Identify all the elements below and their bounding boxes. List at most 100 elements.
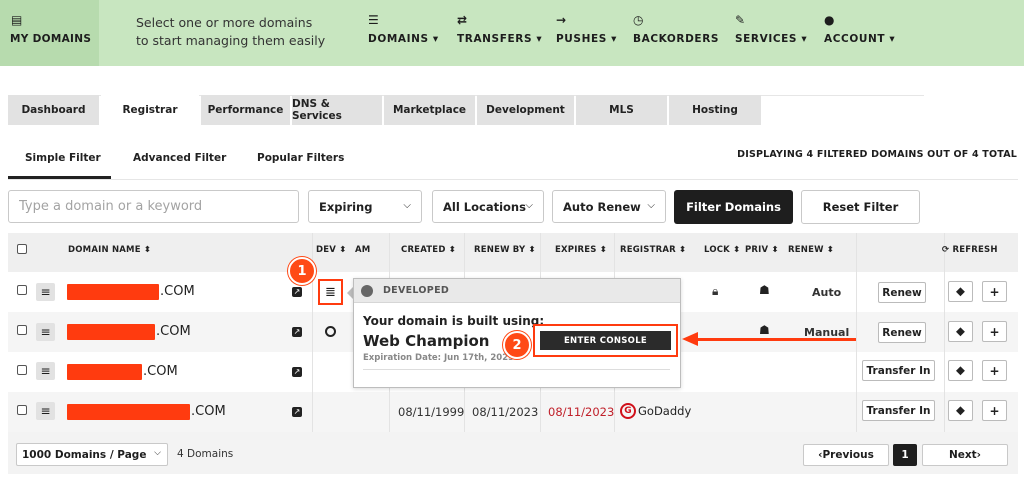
console-highlight: ENTER CONSOLE — [533, 324, 678, 357]
my-domains-nav[interactable]: ▤ MY DOMAINS — [0, 0, 99, 66]
godaddy-logo-icon: G — [620, 403, 636, 419]
column-created[interactable]: CREATED ⬍ — [401, 245, 456, 255]
column-renew[interactable]: RENEW ⬍ — [788, 245, 834, 255]
status-dot-icon — [361, 285, 373, 297]
tab-performance[interactable]: Performance — [201, 95, 290, 125]
nav-pushes[interactable]: → PUSHES ▾ — [556, 13, 617, 45]
column-priv[interactable]: PRIV ⬍ — [745, 245, 779, 255]
transfer-in-button[interactable]: Transfer In — [862, 400, 935, 421]
tab-marketplace[interactable]: Marketplace — [384, 95, 475, 125]
tab-registrar[interactable]: Registrar — [101, 95, 199, 125]
row-menu-button[interactable]: ≡ — [36, 362, 55, 380]
current-page-button[interactable]: 1 — [893, 444, 917, 466]
main-tabs: Dashboard Registrar Performance DNS & Se… — [8, 95, 763, 125]
results-summary: DISPLAYING 4 FILTERED DOMAINS OUT OF 4 T… — [737, 149, 1017, 160]
per-page-select[interactable]: 1000 Domains / Page ⌵ — [16, 443, 168, 466]
hint-line-1: Select one or more domains — [136, 15, 313, 30]
top-navigation: ▤ MY DOMAINS Select one or more domains … — [0, 0, 1024, 66]
locations-select[interactable]: All Locations ⌵ — [432, 190, 544, 223]
nav-domains[interactable]: ☰ DOMAINS ▾ — [368, 13, 439, 45]
plus-icon[interactable]: + — [982, 321, 1007, 342]
redacted-domain-name — [67, 364, 142, 380]
renew-by-date: 08/11/2023 — [472, 405, 539, 419]
reset-filter-button[interactable]: Reset Filter — [801, 190, 920, 224]
external-link-icon[interactable]: ↗ — [292, 287, 302, 297]
tab-dns-services[interactable]: DNS & Services — [292, 95, 382, 125]
tab-mls[interactable]: MLS — [576, 95, 667, 125]
previous-page-button[interactable]: ‹Previous — [803, 444, 889, 466]
domain-tld[interactable]: .COM — [191, 404, 226, 419]
row-checkbox[interactable] — [17, 325, 27, 335]
tag-icon[interactable]: ⬥ — [948, 400, 973, 421]
redacted-domain-name — [67, 284, 159, 300]
external-link-icon[interactable]: ↗ — [292, 327, 302, 337]
privacy-icon[interactable]: ☗ — [759, 283, 770, 297]
external-link-icon[interactable]: ↗ — [292, 367, 302, 377]
tag-icon[interactable]: ⬥ — [948, 360, 973, 381]
select-all-checkbox[interactable] — [17, 244, 27, 254]
column-expires[interactable]: EXPIRES ⬍ — [555, 245, 607, 255]
plus-icon[interactable]: + — [982, 400, 1007, 421]
column-divider — [856, 233, 857, 433]
arrow-right-icon: → — [556, 13, 567, 27]
selection-hint: Select one or more domains to start mana… — [136, 14, 325, 50]
lock-icon[interactable]: 🔒︎ — [712, 284, 718, 299]
plus-icon[interactable]: + — [982, 281, 1007, 302]
per-page-value: 1000 Domains / Page — [22, 448, 147, 461]
tab-development[interactable]: Development — [477, 95, 574, 125]
popover-built-using-label: Your domain is built using: — [363, 314, 545, 328]
popover-title: DEVELOPED — [383, 285, 450, 296]
nav-backorders[interactable]: ◷ BACKORDERS — [633, 13, 719, 45]
renew-button[interactable]: Renew — [878, 282, 926, 303]
renew-status[interactable]: Auto — [812, 286, 841, 299]
dev-status-circle-icon[interactable] — [325, 326, 336, 337]
next-page-button[interactable]: Next› — [922, 444, 1008, 466]
nav-account-label: ACCOUNT ▾ — [824, 33, 896, 45]
subtab-advanced-filter[interactable]: Advanced Filter — [133, 152, 226, 164]
my-domains-label: MY DOMAINS — [10, 33, 92, 45]
database-icon[interactable]: ≣ — [318, 279, 343, 305]
popover-divider — [363, 369, 670, 370]
subtab-popular-filters[interactable]: Popular Filters — [257, 152, 344, 164]
expiring-select[interactable]: Expiring ⌵ — [308, 190, 422, 223]
row-checkbox[interactable] — [17, 365, 27, 375]
hint-line-2: to start managing them easily — [136, 33, 326, 48]
filter-domains-button[interactable]: Filter Domains — [674, 190, 793, 224]
tab-hosting[interactable]: Hosting — [669, 95, 761, 125]
expiring-value: Expiring — [319, 199, 373, 214]
renew-button[interactable]: Renew — [878, 322, 926, 343]
nav-services[interactable]: ✎ SERVICES ▾ — [735, 13, 807, 45]
transfer-in-button[interactable]: Transfer In — [862, 360, 935, 381]
domain-tld[interactable]: .COM — [156, 324, 191, 339]
row-menu-button[interactable]: ≡ — [36, 323, 55, 341]
annotation-arrow-line — [696, 338, 856, 341]
row-checkbox[interactable] — [17, 405, 27, 415]
external-link-icon[interactable]: ↗ — [292, 407, 302, 417]
row-menu-button[interactable]: ≡ — [36, 283, 55, 301]
column-lock[interactable]: LOCK ⬍ — [704, 245, 740, 255]
tag-icon[interactable]: ⬥ — [948, 321, 973, 342]
column-registrar[interactable]: REGISTRAR ⬍ — [620, 245, 686, 255]
list-icon: ☰ — [368, 13, 380, 27]
domain-search-input[interactable] — [8, 190, 299, 223]
refresh-button[interactable]: ⟳ REFRESH — [942, 245, 998, 255]
locations-value: All Locations — [443, 199, 526, 214]
domain-tld[interactable]: .COM — [160, 284, 195, 299]
tab-dashboard[interactable]: Dashboard — [8, 95, 99, 125]
domain-tld[interactable]: .COM — [143, 364, 178, 379]
row-checkbox[interactable] — [17, 285, 27, 295]
column-domain-name[interactable]: DOMAIN NAME ⬍ — [68, 245, 151, 255]
enter-console-button[interactable]: ENTER CONSOLE — [540, 331, 671, 350]
privacy-icon[interactable]: ☗ — [759, 323, 770, 337]
row-menu-button[interactable]: ≡ — [36, 402, 55, 420]
tag-icon[interactable]: ⬥ — [948, 281, 973, 302]
nav-transfers[interactable]: ⇄ TRANSFERS ▾ — [457, 13, 542, 45]
subtab-simple-filter[interactable]: Simple Filter — [25, 152, 101, 164]
column-renew-by[interactable]: RENEW BY ⬍ — [474, 245, 536, 255]
plus-icon[interactable]: + — [982, 360, 1007, 381]
nav-account[interactable]: ● ACCOUNT ▾ — [824, 13, 895, 45]
column-dev[interactable]: DEV ⬍ — [316, 245, 347, 255]
redacted-domain-name — [67, 404, 190, 420]
auto-renew-select[interactable]: Auto Renew ⌵ — [552, 190, 666, 223]
callout-step-1: 1 — [288, 257, 316, 285]
